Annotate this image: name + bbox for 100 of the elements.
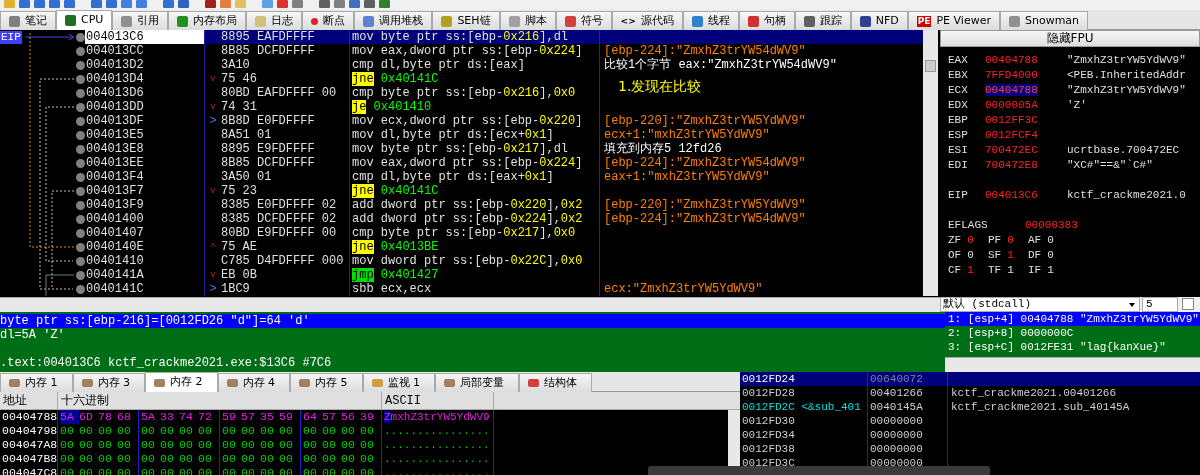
breakpoint-dot[interactable] (76, 284, 85, 294)
address-cell[interactable]: 0040141A (85, 268, 205, 282)
tab[interactable]: CPU (56, 10, 113, 30)
address-cell[interactable]: 004013F9 (85, 198, 205, 212)
address-cell[interactable]: 004013D2 (85, 58, 205, 72)
breakpoint-dot[interactable] (76, 186, 85, 196)
flag-value[interactable]: 0 (1047, 248, 1054, 263)
instruction-cell[interactable]: je 0x401410 (350, 100, 600, 114)
tab[interactable]: 内存 3 (72, 373, 145, 392)
instruction-cell[interactable]: mov dl,byte ptr ds:[ecx+0x1] (350, 128, 600, 142)
tab[interactable]: PE PE Viewer (907, 11, 1000, 30)
breakpoint-dot[interactable] (76, 242, 85, 252)
flag-value[interactable]: 1 (1007, 248, 1014, 263)
instruction-cell[interactable]: mov ecx,dword ptr ss:[ebp-0x220] (350, 114, 600, 128)
toolbar-icon[interactable] (106, 0, 117, 8)
register-value[interactable]: 004013C6 (985, 188, 1067, 203)
flag-value[interactable]: 0 (967, 248, 974, 263)
flag-value[interactable]: 0 (967, 233, 974, 248)
argument-row[interactable]: 3: [esp+C] 0012FE31 "lag{kanXue}" (945, 340, 1200, 354)
register-value[interactable]: 0012FF3C (985, 113, 1067, 128)
tab[interactable]: 句柄 (738, 11, 795, 30)
instruction-cell[interactable]: add dword ptr ss:[ebp-0x224],0x2 (350, 212, 600, 226)
address-cell[interactable]: 0040141C (85, 282, 205, 296)
address-cell[interactable]: 004013C6 (85, 30, 205, 44)
breakpoint-dot[interactable] (76, 270, 85, 280)
instruction-cell[interactable]: mov byte ptr ss:[ebp-0x216],dl (350, 30, 600, 44)
breakpoint-dot[interactable] (76, 32, 85, 42)
instruction-cell[interactable]: jne 0x40141C (350, 72, 600, 86)
tab[interactable]: 内存布局 (168, 11, 247, 30)
address-cell[interactable]: 004013E5 (85, 128, 205, 142)
toolbar-icon[interactable] (91, 0, 102, 8)
toolbar-icon[interactable] (64, 0, 75, 8)
breakpoint-dot[interactable] (76, 144, 85, 154)
instruction-cell[interactable]: jne 0x4013BE (350, 240, 600, 254)
scrollbar[interactable] (945, 357, 1200, 372)
address-cell[interactable]: 004013F7 (85, 184, 205, 198)
address-cell[interactable]: 004013D4 (85, 72, 205, 86)
address-cell[interactable]: 004013EE (85, 156, 205, 170)
instruction-cell[interactable]: mov eax,dword ptr ss:[ebp-0x224] (350, 156, 600, 170)
breakpoint-dot[interactable] (76, 116, 85, 126)
address-cell[interactable]: 00401410 (85, 254, 205, 268)
breakpoint-dot[interactable] (76, 158, 85, 168)
tab[interactable]: 内存 1 (0, 373, 73, 392)
breakpoint-dot[interactable] (76, 88, 85, 98)
address-cell[interactable]: 0040140E (85, 240, 205, 254)
toolbar-icon[interactable] (205, 0, 216, 8)
tab[interactable]: NFD (850, 11, 908, 30)
checkbox[interactable] (1182, 298, 1194, 310)
tab[interactable]: 断点 (302, 11, 355, 30)
register-value[interactable]: 700472E8 (985, 158, 1067, 173)
address-cell[interactable]: 004013DD (85, 100, 205, 114)
address-cell[interactable]: 00401400 (85, 212, 205, 226)
tab[interactable]: 跟踪 (794, 11, 851, 30)
instruction-cell[interactable]: sbb ecx,ecx (350, 282, 600, 296)
argument-count-spinner[interactable]: 5 (1142, 297, 1178, 312)
instruction-cell[interactable]: jne 0x40141C (350, 184, 600, 198)
breakpoint-dot[interactable] (76, 46, 85, 56)
toolbar-icon[interactable] (19, 0, 30, 8)
toolbar-icon[interactable] (235, 0, 246, 8)
tab[interactable]: 结构体 (519, 373, 592, 392)
argument-row[interactable]: 2: [esp+8] 0000000C (945, 326, 1200, 340)
toolbar-icon[interactable] (4, 0, 15, 8)
tab[interactable]: 日志 (246, 11, 303, 30)
breakpoint-dot[interactable] (76, 214, 85, 224)
tab[interactable]: Snowman (999, 11, 1089, 30)
toolbar-icon[interactable] (136, 0, 147, 8)
breakpoint-dot[interactable] (76, 228, 85, 238)
register-value[interactable]: 700472EC (985, 143, 1067, 158)
toolbar-icon[interactable] (379, 0, 390, 8)
flag-value[interactable]: 0 (1047, 233, 1054, 248)
toolbar-icon[interactable] (34, 0, 45, 8)
scrollbar[interactable] (923, 30, 938, 296)
scrollbar[interactable] (0, 297, 940, 312)
tab[interactable]: 脚本 (499, 11, 556, 30)
tab[interactable]: 监视 1 (362, 373, 435, 392)
flag-value[interactable]: 1 (1007, 263, 1014, 278)
toolbar-icon[interactable] (292, 0, 303, 8)
toolbar-icon[interactable] (364, 0, 375, 8)
address-cell[interactable]: 004013CC (85, 44, 205, 58)
argument-row[interactable]: 1: [esp+4] 00404788 "ZmxhZ3trYW5YdWV9" (945, 312, 1200, 326)
tab[interactable]: 调用堆栈 (354, 11, 433, 30)
register-value[interactable]: 00404788 (985, 53, 1067, 68)
tab[interactable]: 局部变量 (435, 373, 519, 392)
calling-convention-dropdown[interactable]: 默认 (stdcall) (940, 297, 1140, 312)
tab[interactable]: SEH链 (432, 11, 500, 30)
register-value[interactable]: 0012FCF4 (985, 128, 1067, 143)
breakpoint-dot[interactable] (76, 60, 85, 70)
instruction-cell[interactable]: mov byte ptr ss:[ebp-0x217],dl (350, 142, 600, 156)
hide-fpu-button[interactable]: 隐藏FPU (940, 30, 1200, 47)
instruction-cell[interactable]: mov eax,dword ptr ss:[ebp-0x224] (350, 44, 600, 58)
toolbar-icon[interactable] (334, 0, 345, 8)
breakpoint-dot[interactable] (76, 172, 85, 182)
address-cell[interactable]: 004013DF (85, 114, 205, 128)
toolbar-icon[interactable] (262, 0, 273, 8)
tab[interactable]: 内存 5 (290, 373, 363, 392)
toolbar-icon[interactable] (220, 0, 231, 8)
tab[interactable]: 笔记 (0, 11, 56, 30)
tab[interactable]: 线程 (682, 11, 739, 30)
flag-value[interactable]: 1 (1047, 263, 1054, 278)
register-value[interactable]: 00000383 (1025, 218, 1107, 233)
